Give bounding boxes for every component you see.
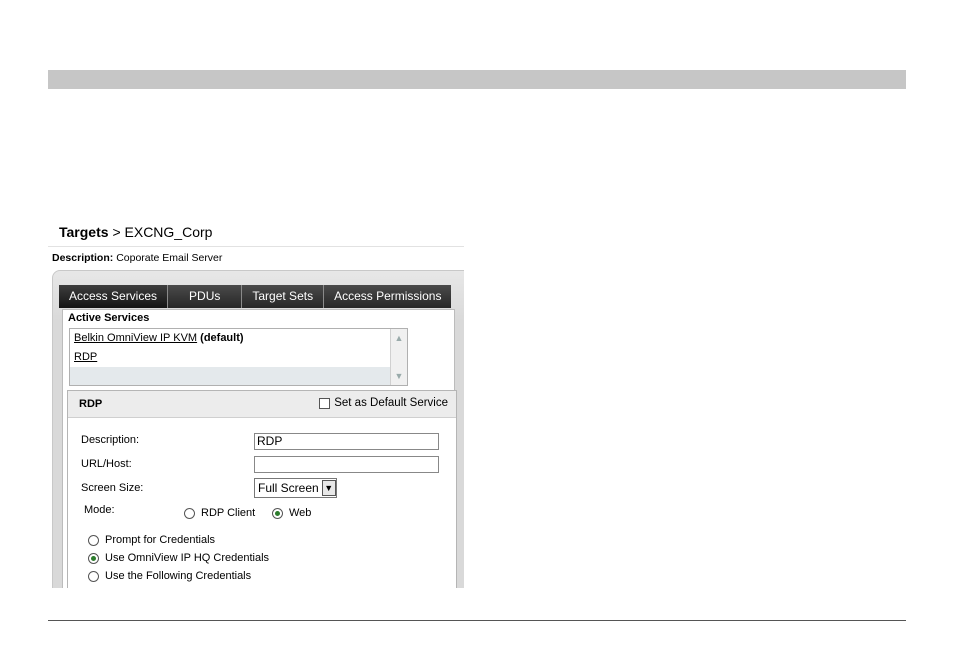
radio-omniview-credentials[interactable] <box>88 552 99 564</box>
list-item[interactable]: Belkin OmniView IP KVM (default) <box>70 329 407 348</box>
list-scrollbar[interactable]: ▲ ▼ <box>390 329 407 385</box>
mode-rdp-client-label: RDP Client <box>201 507 256 519</box>
scroll-up-icon[interactable]: ▲ <box>393 332 405 344</box>
default-service-checkbox[interactable] <box>319 397 331 409</box>
chevron-down-icon[interactable]: ▼ <box>321 480 336 496</box>
radio-rdp-client[interactable] <box>184 507 195 519</box>
url-host-input[interactable] <box>254 456 439 473</box>
rdp-service-panel: RDP Set as Default Service Description: … <box>67 390 457 588</box>
mode-web-label: Web <box>289 507 312 519</box>
url-host-label: URL/Host: <box>81 458 132 470</box>
default-service-toggle[interactable]: Set as Default Service <box>319 397 448 409</box>
default-service-label: Set as Default Service <box>334 397 448 409</box>
list-item[interactable]: RDP <box>70 348 407 367</box>
footer-divider <box>48 620 906 621</box>
active-services-title: Active Services <box>68 312 150 324</box>
targets-screenshot: Targets > EXCNG_Corp Description: Copora… <box>48 220 464 588</box>
credentials-prompt[interactable]: Prompt for Credentials <box>88 534 215 546</box>
credentials-following-label: Use the Following Credentials <box>105 570 252 582</box>
active-services-list[interactable]: Belkin OmniView IP KVM (default) RDP ▲ ▼ <box>69 328 408 386</box>
credentials-omniview[interactable]: Use OmniView IP HQ Credentials <box>88 552 269 564</box>
mode-label: Mode: <box>84 504 115 516</box>
service-name[interactable]: RDP <box>74 351 97 363</box>
breadcrumb-divider <box>48 246 464 247</box>
breadcrumb: Targets > EXCNG_Corp <box>59 224 212 240</box>
tab-access-permissions[interactable]: Access Permissions <box>324 285 452 308</box>
tab-bar: Access Services PDUs Target Sets Access … <box>59 285 452 308</box>
service-name[interactable]: Belkin OmniView IP KVM <box>74 332 197 344</box>
rdp-description-label: Description: <box>81 434 140 446</box>
credentials-following[interactable]: Use the Following Credentials <box>88 570 251 582</box>
target-description: Description: Coporate Email Server <box>52 252 222 264</box>
radio-web[interactable] <box>272 507 283 519</box>
radio-prompt-credentials[interactable] <box>88 534 99 546</box>
screen-size-select[interactable]: Full Screen ▼ <box>254 478 337 498</box>
tab-target-sets[interactable]: Target Sets <box>242 285 325 308</box>
rdp-panel-header: RDP Set as Default Service <box>68 391 456 418</box>
breadcrumb-root[interactable]: Targets <box>59 224 109 240</box>
top-header-bar <box>48 70 906 89</box>
service-default-tag: (default) <box>200 332 244 344</box>
description-value: Coporate Email Server <box>116 252 223 264</box>
list-item-empty <box>70 367 407 385</box>
description-label: Description: <box>52 252 114 264</box>
breadcrumb-current: EXCNG_Corp <box>124 224 213 240</box>
scroll-down-icon[interactable]: ▼ <box>393 370 405 382</box>
radio-following-credentials[interactable] <box>88 570 99 582</box>
rdp-panel-title: RDP <box>79 398 103 410</box>
credentials-prompt-label: Prompt for Credentials <box>105 534 216 546</box>
screen-size-label: Screen Size: <box>81 482 144 494</box>
credentials-omniview-label: Use OmniView IP HQ Credentials <box>105 552 270 564</box>
mode-rdp-client[interactable]: RDP Client <box>184 507 255 519</box>
rdp-description-input[interactable]: RDP <box>254 433 439 450</box>
screen-size-value: Full Screen <box>258 481 319 495</box>
mode-web[interactable]: Web <box>272 507 311 519</box>
tab-pdus[interactable]: PDUs <box>168 285 243 308</box>
breadcrumb-separator: > <box>112 224 121 240</box>
tab-access-services[interactable]: Access Services <box>59 285 169 308</box>
